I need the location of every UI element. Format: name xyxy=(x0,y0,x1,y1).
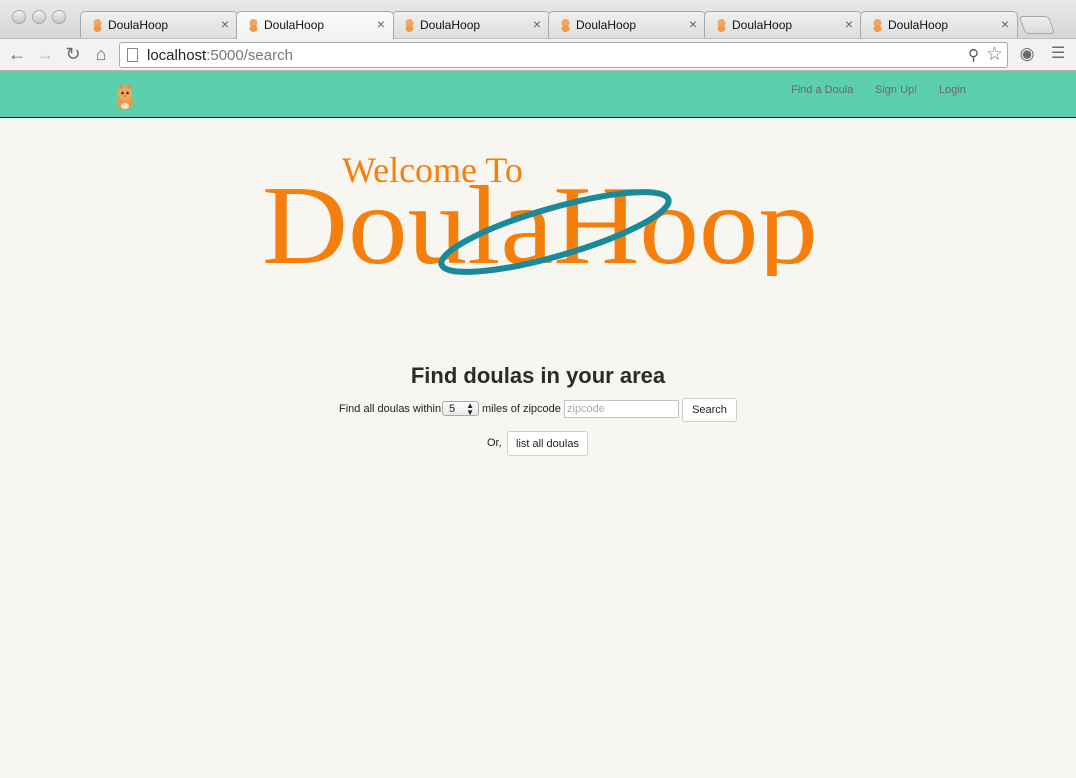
hamburger-menu-icon[interactable]: ☰ xyxy=(1048,44,1068,64)
tab-title: DoulaHoop xyxy=(576,18,637,32)
list-all-doulas-button[interactable]: list all doulas xyxy=(507,431,588,456)
home-icon[interactable]: ⌂ xyxy=(91,44,111,64)
kitten-favicon-icon xyxy=(249,19,258,32)
star-icon[interactable]: ☆ xyxy=(986,43,1003,66)
nav-sign-up[interactable]: Sign Up! xyxy=(875,84,917,96)
page-icon xyxy=(127,48,138,62)
browser-tab[interactable]: DoulaHoop × xyxy=(236,11,394,39)
search-button[interactable]: Search xyxy=(682,398,737,422)
url-host: localhost xyxy=(147,47,207,64)
tab-close-icon[interactable]: × xyxy=(221,16,229,32)
new-tab-button[interactable] xyxy=(1018,16,1056,34)
search-middle-label: miles of zipcode xyxy=(482,403,561,415)
welcome-logo: Welcome To DoulaHoop xyxy=(262,150,818,276)
magnifier-icon[interactable]: ⚲ xyxy=(968,46,979,64)
compass-icon[interactable]: ◉ xyxy=(1017,44,1037,64)
tab-title: DoulaHoop xyxy=(888,18,949,32)
zipcode-input[interactable] xyxy=(564,400,679,418)
tab-close-icon[interactable]: × xyxy=(845,16,853,32)
or-label: Or, xyxy=(487,437,502,449)
kitten-logo[interactable] xyxy=(110,82,140,112)
search-prefix-label: Find all doulas within xyxy=(339,403,442,415)
miles-select[interactable]: 5 ▲ ▼ xyxy=(442,401,479,417)
select-arrows-icon: ▲ ▼ xyxy=(466,401,474,417)
tab-title: DoulaHoop xyxy=(264,18,325,32)
browser-tab[interactable]: DoulaHoop × xyxy=(548,11,706,38)
window-minimize-button[interactable] xyxy=(32,10,46,24)
page-title: Find doulas in your area xyxy=(410,363,666,388)
browser-tab[interactable]: DoulaHoop × xyxy=(704,11,862,38)
kitten-favicon-icon xyxy=(93,19,102,32)
miles-select-value: 5 xyxy=(449,403,456,415)
tab-close-icon[interactable]: × xyxy=(533,16,541,32)
forward-arrow-icon[interactable]: → xyxy=(35,44,55,64)
tab-title: DoulaHoop xyxy=(108,18,169,32)
address-bar[interactable]: localhost:5000/search ⚲ ☆ xyxy=(119,42,1008,68)
site-navbar: Find a Doula Sign Up! Login xyxy=(0,71,1076,118)
browser-tab[interactable]: DoulaHoop × xyxy=(860,11,1018,38)
nav-login[interactable]: Login xyxy=(939,84,966,96)
tab-title: DoulaHoop xyxy=(732,18,793,32)
nav-find-a-doula[interactable]: Find a Doula xyxy=(791,84,853,96)
browser-toolbar: ← → ↻ ⌂ localhost:5000/search ⚲ ☆ ◉ ☰ xyxy=(0,38,1076,71)
reload-icon[interactable]: ↻ xyxy=(63,44,83,64)
window-zoom-button[interactable] xyxy=(52,10,66,24)
tab-close-icon[interactable]: × xyxy=(689,16,697,32)
back-arrow-icon[interactable]: ← xyxy=(7,44,27,64)
tab-close-icon[interactable]: × xyxy=(1001,16,1009,32)
url-text[interactable]: localhost:5000/search xyxy=(147,47,293,64)
kitten-favicon-icon xyxy=(561,19,570,32)
browser-tab[interactable]: DoulaHoop × xyxy=(80,11,238,38)
kitten-favicon-icon xyxy=(717,19,726,32)
window-close-button[interactable] xyxy=(12,10,26,24)
kitten-favicon-icon xyxy=(405,19,414,32)
tab-close-icon[interactable]: × xyxy=(377,16,385,32)
browser-tab[interactable]: DoulaHoop × xyxy=(392,11,550,38)
kitten-favicon-icon xyxy=(873,19,882,32)
url-path: :5000/search xyxy=(206,47,293,64)
tab-title: DoulaHoop xyxy=(420,18,481,32)
